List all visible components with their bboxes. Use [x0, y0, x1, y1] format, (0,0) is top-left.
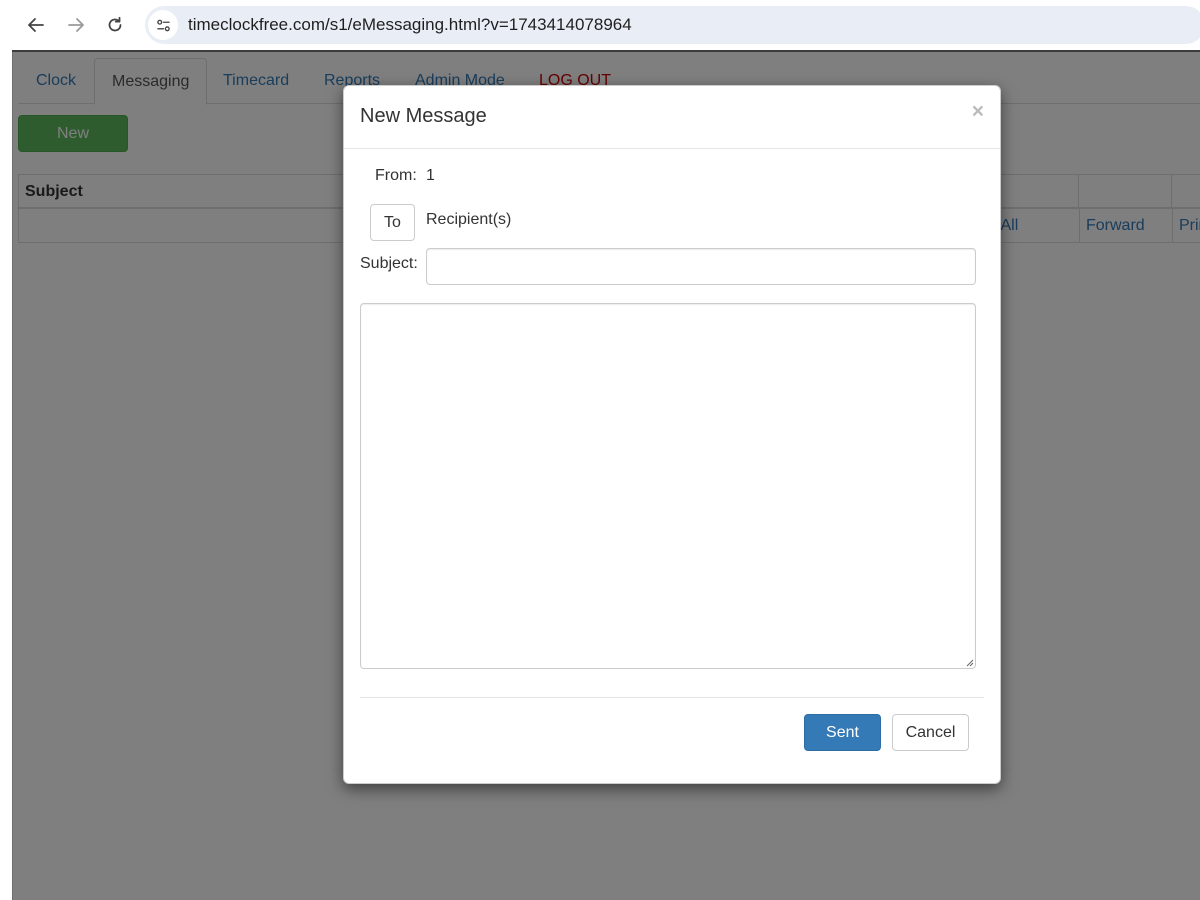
to-button[interactable]: To: [370, 204, 415, 241]
modal-header: New Message ×: [344, 86, 1000, 149]
from-value: 1: [426, 167, 435, 184]
resize-grip-icon[interactable]: [965, 658, 974, 667]
close-icon[interactable]: ×: [972, 101, 984, 122]
cancel-button[interactable]: Cancel: [892, 714, 969, 751]
new-message-dialog: New Message × From: 1 To Recipient(s) Su…: [343, 85, 1001, 784]
recipients-text: Recipient(s): [426, 211, 512, 228]
url-text: timeclockfree.com/s1/eMessaging.html?v=1…: [188, 15, 632, 34]
subject-input[interactable]: [426, 248, 976, 285]
from-label: From:: [375, 167, 417, 184]
back-arrow-icon[interactable]: [21, 10, 51, 40]
reload-icon[interactable]: [100, 10, 130, 40]
message-body-textarea[interactable]: [360, 303, 976, 669]
modal-title: New Message: [360, 105, 487, 127]
sent-button[interactable]: Sent: [804, 714, 881, 751]
modal-footer-divider: [360, 697, 984, 698]
address-bar[interactable]: timeclockfree.com/s1/eMessaging.html?v=1…: [145, 6, 1200, 44]
forward-arrow-icon[interactable]: [61, 10, 91, 40]
browser-toolbar: timeclockfree.com/s1/eMessaging.html?v=1…: [0, 0, 1200, 50]
subject-label: Subject:: [360, 255, 418, 272]
site-info-icon[interactable]: [148, 10, 178, 40]
